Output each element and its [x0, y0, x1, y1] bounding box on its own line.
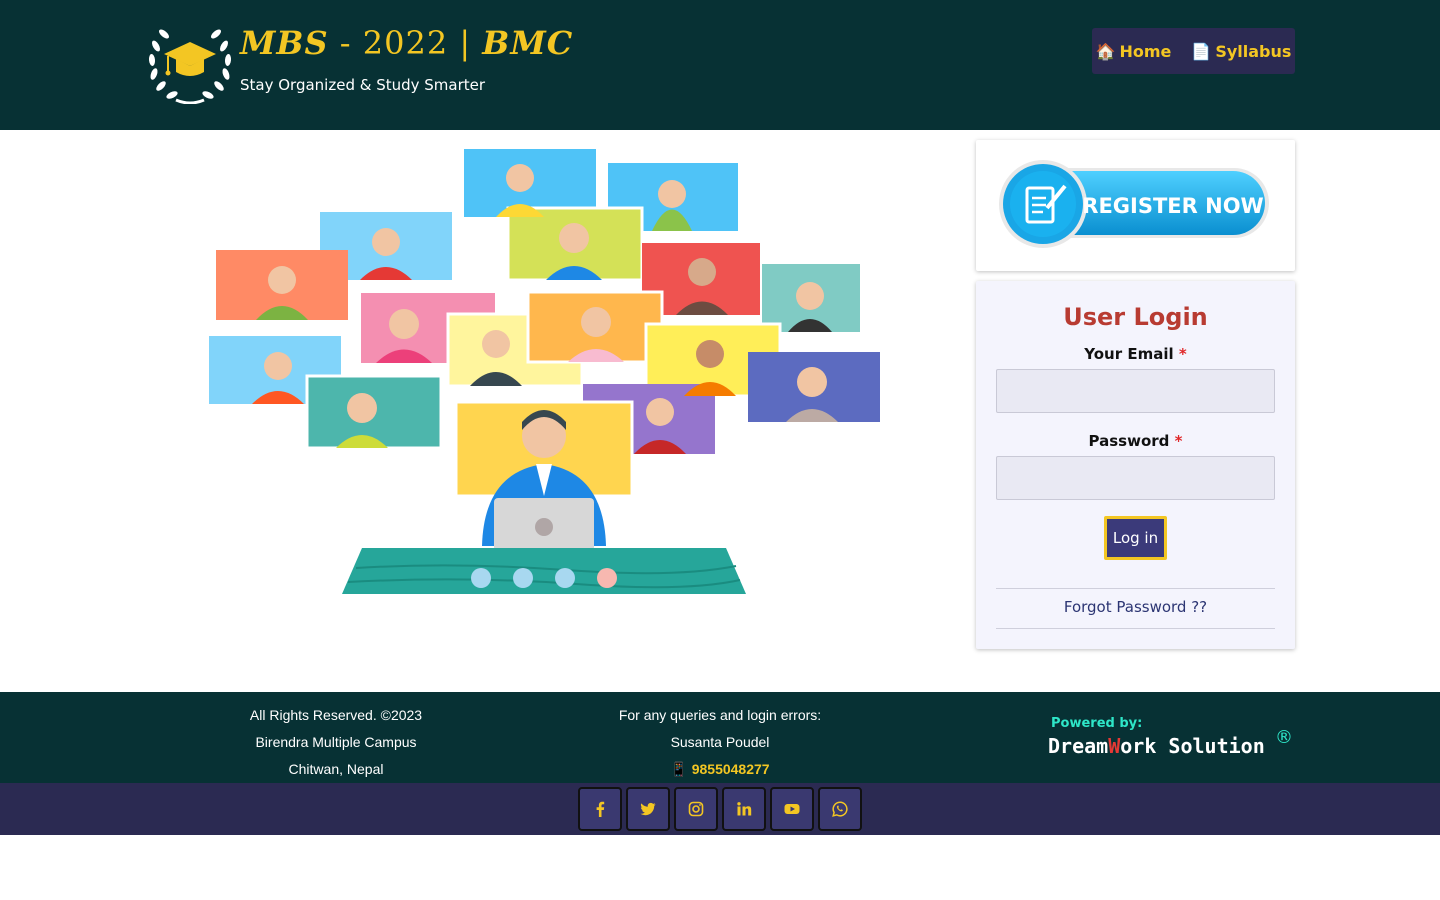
- site-header: MBS - 2022 | BMC Stay Organized & Study …: [0, 0, 1440, 130]
- login-button[interactable]: Log in: [1104, 516, 1167, 560]
- social-links-bar: [0, 783, 1440, 835]
- site-title-separator: - 2022 |: [328, 24, 483, 62]
- facebook-link[interactable]: [578, 787, 622, 831]
- graduation-cap-wreath-icon[interactable]: [146, 16, 234, 104]
- twitter-icon: [640, 802, 656, 816]
- whatsapp-link[interactable]: [818, 787, 862, 831]
- youtube-icon: [784, 804, 800, 814]
- required-marker: *: [1174, 432, 1183, 450]
- password-label: Password *: [976, 432, 1295, 450]
- register-card: REGISTER NOW: [976, 140, 1295, 271]
- footer-contact: For any queries and login errors: Susant…: [590, 702, 850, 783]
- main-nav: 🏠 Home 📄 Syllabus: [1092, 28, 1295, 74]
- copyright-text: All Rights Reserved. ©2023: [249, 707, 423, 723]
- contact-name: Susanta Poudel: [670, 734, 770, 750]
- forgot-password-link[interactable]: Forgot Password ??: [976, 598, 1295, 616]
- password-field[interactable]: [996, 456, 1275, 500]
- online-meeting-illustration: [209, 149, 880, 594]
- home-icon: 🏠: [1095, 41, 1116, 61]
- password-label-text: Password: [1088, 432, 1170, 450]
- divider: [996, 588, 1275, 589]
- phone-icon: 📱: [670, 761, 688, 777]
- registered-mark: ®: [1275, 727, 1293, 748]
- brand-w: W: [1108, 734, 1121, 758]
- instagram-link[interactable]: [674, 787, 718, 831]
- instagram-icon: [688, 801, 704, 817]
- nav-item-home[interactable]: 🏠 Home: [1096, 42, 1172, 61]
- campus-location: Chitwan, Nepal: [288, 761, 384, 777]
- nav-item-syllabus[interactable]: 📄 Syllabus: [1191, 42, 1291, 61]
- email-label: Your Email *: [976, 345, 1295, 363]
- brand-dream: Dream: [1048, 734, 1108, 758]
- svg-text:DreamWork Solution: DreamWork Solution: [1048, 734, 1265, 758]
- site-title: MBS - 2022 | BMC: [240, 24, 573, 62]
- phone-number[interactable]: 9855048277: [692, 761, 770, 777]
- contact-phone[interactable]: 📱 9855048277: [590, 756, 850, 783]
- nav-item-label: Syllabus: [1215, 41, 1292, 61]
- facebook-icon: [596, 801, 605, 817]
- footer-copyright: All Rights Reserved. ©2023 Birendra Mult…: [206, 702, 466, 783]
- site-tagline: Stay Organized & Study Smarter: [240, 76, 486, 94]
- brand-work-solution: ork Solution: [1120, 734, 1265, 758]
- powered-by-label: Powered by:: [1051, 716, 1142, 731]
- campus-name: Birendra Multiple Campus: [255, 734, 417, 750]
- linkedin-icon: [737, 802, 752, 816]
- dreamwork-solution-logo[interactable]: Powered by: DreamWork Solution ®: [1046, 712, 1296, 762]
- email-field[interactable]: [996, 369, 1275, 413]
- site-title-campus: BMC: [482, 24, 574, 62]
- register-now-label: REGISTER NOW: [1082, 194, 1263, 218]
- twitter-link[interactable]: [626, 787, 670, 831]
- email-label-text: Your Email: [1084, 345, 1174, 363]
- contact-heading: For any queries and login errors:: [618, 707, 822, 723]
- login-card: User Login Your Email * Password * Log i…: [976, 281, 1295, 649]
- login-title: User Login: [1063, 303, 1208, 331]
- site-footer: All Rights Reserved. ©2023 Birendra Mult…: [0, 692, 1440, 783]
- whatsapp-icon: [832, 801, 848, 817]
- required-marker: *: [1178, 345, 1187, 363]
- nav-item-label: Home: [1119, 41, 1172, 61]
- divider: [996, 628, 1275, 629]
- register-now-button[interactable]: REGISTER NOW: [999, 158, 1273, 252]
- site-title-main: MBS: [240, 24, 329, 62]
- youtube-link[interactable]: [770, 787, 814, 831]
- document-icon: 📄: [1191, 41, 1212, 61]
- linkedin-link[interactable]: [722, 787, 766, 831]
